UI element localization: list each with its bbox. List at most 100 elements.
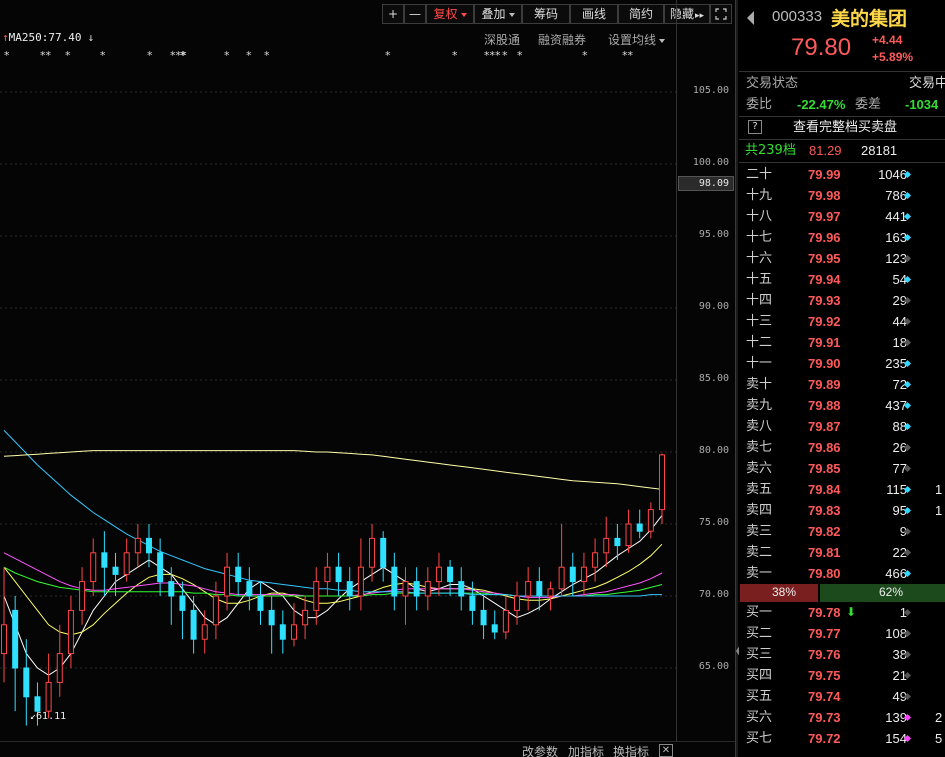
chouma-button[interactable]: 筹码 [522,4,570,24]
candle[interactable] [491,610,498,640]
candle[interactable] [514,581,521,625]
candle[interactable] [424,567,431,611]
candle[interactable] [380,531,387,582]
candle[interactable] [268,596,275,654]
event-marker[interactable]: ** [40,49,51,62]
candle[interactable] [157,538,164,596]
candle[interactable] [659,453,665,524]
candle[interactable] [12,596,19,712]
prev-stock-arrow-icon[interactable] [747,11,754,25]
order-book-level[interactable]: 十一 79.90 235 [739,353,945,374]
order-book-level[interactable]: 十二 79.91 18 [739,332,945,353]
candle[interactable] [480,596,487,640]
candle[interactable] [56,624,63,697]
event-marker[interactable]: * [385,49,391,62]
close-indicator-button[interactable]: ✕ [659,744,673,757]
candle[interactable] [357,538,364,611]
candle[interactable] [23,639,30,726]
event-marker[interactable]: * [452,49,458,62]
event-marker[interactable]: * [65,49,71,62]
candle[interactable] [458,567,465,611]
order-book-level[interactable]: 买二 79.77 108 [739,623,945,644]
shengutong-link[interactable]: 深股通 [484,31,520,48]
candle[interactable] [558,524,565,596]
candle[interactable] [569,552,576,596]
order-book-level[interactable]: 卖一 79.80 466 [739,563,945,584]
gaicanshu-button[interactable]: 改参数 [522,743,558,757]
order-book-level[interactable]: 二十 79.99 1046 [739,164,945,185]
order-book-level[interactable]: 卖四 79.83 95 1 [739,500,945,521]
candle[interactable] [625,509,632,553]
order-book-level[interactable]: 买五 79.74 49 [739,686,945,707]
order-book-level[interactable]: 十五 79.94 54 [739,269,945,290]
order-book-level[interactable]: 卖二 79.81 22 [739,542,945,563]
candle[interactable] [179,581,186,640]
candle[interactable] [67,596,74,668]
event-marker[interactable]: * [502,49,508,62]
candle[interactable] [525,567,532,611]
event-marker[interactable]: * [180,49,186,62]
jiazhibiao-button[interactable]: 加指标 [568,743,604,757]
zoom-out-button[interactable]: — [404,4,426,24]
order-book-level[interactable]: 卖六 79.85 77 [739,458,945,479]
candle[interactable] [391,552,398,611]
order-book-level[interactable]: 买四 79.75 21 [739,665,945,686]
jianyue-button[interactable]: 简约 [618,4,664,24]
candle[interactable] [346,567,353,611]
candle[interactable] [101,531,108,596]
candle[interactable] [647,502,654,539]
event-marker[interactable]: * [100,49,106,62]
candle[interactable] [536,567,543,611]
event-marker[interactable]: *** [484,49,501,62]
order-book-level[interactable]: 十九 79.98 786 [739,185,945,206]
order-book-level[interactable]: 卖五 79.84 115 1 [739,479,945,500]
candle[interactable] [592,538,599,582]
order-book-level[interactable]: 十八 79.97 441 [739,206,945,227]
order-book-level[interactable]: 买三 79.76 38 [739,644,945,665]
candle[interactable] [212,581,219,640]
candle[interactable] [235,552,242,596]
event-marker[interactable]: * [517,49,523,62]
huaxian-button[interactable]: 画线 [570,4,618,24]
huanzhibiao-button[interactable]: 换指标 [613,743,649,757]
candle[interactable] [413,567,420,611]
event-marker[interactable]: ** [622,49,633,62]
event-marker[interactable]: * [4,49,10,62]
order-book-level[interactable]: 买六 79.73 139 2 [739,707,945,728]
candle[interactable] [1,567,7,683]
candle[interactable] [246,567,253,611]
order-book-level[interactable]: 卖十 79.89 72 [739,374,945,395]
candle[interactable] [90,538,97,596]
candle[interactable] [201,610,208,654]
candle[interactable] [134,524,141,568]
zoom-in-button[interactable]: + [382,4,404,24]
candle[interactable] [447,560,454,596]
event-marker[interactable]: * [147,49,153,62]
event-marker[interactable]: * [224,49,230,62]
candle[interactable] [224,552,231,611]
candle[interactable] [547,581,554,611]
order-book-level[interactable]: 十七 79.96 163 [739,227,945,248]
candle[interactable] [190,596,197,654]
rongzi-link[interactable]: 融资融券 [538,31,586,48]
candlestick-plot[interactable] [0,0,676,740]
order-book-level[interactable]: 十四 79.93 29 [739,290,945,311]
candle[interactable] [636,509,643,539]
order-book-level[interactable]: 卖三79.829 [739,521,945,542]
order-book-level[interactable]: 买七 79.72 154 5 [739,728,945,749]
order-book-level[interactable]: 十三 79.92 44 [739,311,945,332]
order-book-level[interactable]: 卖七 79.86 26 [739,437,945,458]
order-book-level[interactable]: 十六 79.95 123 [739,248,945,269]
event-marker[interactable]: * [246,49,252,62]
order-book-level[interactable]: 买一79.781⬇ [739,602,945,623]
full-book-link[interactable]: ? 查看完整档买卖盘 [739,117,945,138]
kline-chart-area[interactable]: + — 复权 叠加 筹码 画线 简约 隐藏▸▸ ↑MA250:77.40 ↓ 深股… [0,0,735,757]
candle[interactable] [257,581,264,625]
candle[interactable] [279,610,286,654]
candle[interactable] [402,567,409,625]
set-ma-dropdown[interactable]: 设置均线 [608,31,666,48]
event-marker[interactable]: * [582,49,588,62]
candle[interactable] [45,653,52,719]
candle[interactable] [302,596,309,640]
candle[interactable] [502,596,509,640]
